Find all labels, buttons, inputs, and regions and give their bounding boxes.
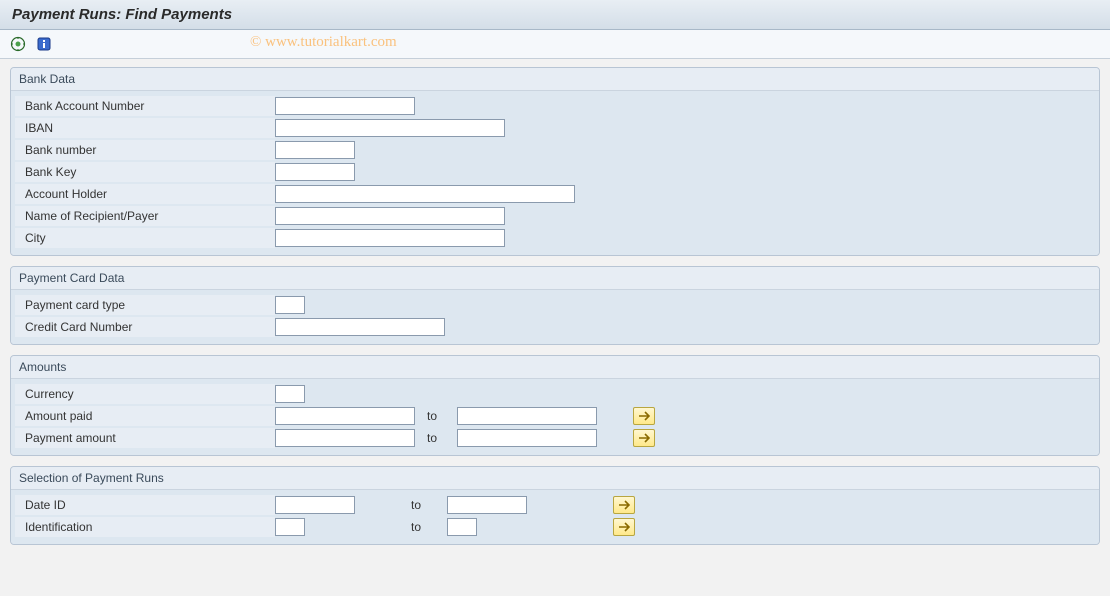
identification-range-button[interactable] bbox=[613, 518, 635, 536]
account-holder-input[interactable] bbox=[275, 185, 575, 203]
info-button[interactable] bbox=[34, 34, 54, 54]
payment-amount-range-button[interactable] bbox=[633, 429, 655, 447]
group-selection: Selection of Payment Runs Date ID to Ide… bbox=[10, 466, 1100, 545]
multiple-selection-icon bbox=[618, 500, 630, 510]
label-currency: Currency bbox=[15, 384, 275, 404]
label-bank-key: Bank Key bbox=[15, 162, 275, 182]
group-bank-data: Bank Data Bank Account Number IBAN Bank … bbox=[10, 67, 1100, 256]
amount-paid-from-input[interactable] bbox=[275, 407, 415, 425]
identification-from-input[interactable] bbox=[275, 518, 305, 536]
currency-input[interactable] bbox=[275, 385, 305, 403]
label-account-holder: Account Holder bbox=[15, 184, 275, 204]
page-title: Payment Runs: Find Payments bbox=[0, 0, 1110, 30]
label-amount-paid: Amount paid bbox=[15, 406, 275, 426]
recipient-payer-input[interactable] bbox=[275, 207, 505, 225]
info-icon bbox=[36, 36, 52, 52]
card-type-input[interactable] bbox=[275, 296, 305, 314]
execute-button[interactable] bbox=[8, 34, 28, 54]
toolbar: © www.tutorialkart.com bbox=[0, 30, 1110, 59]
to-text: to bbox=[421, 409, 451, 423]
card-number-input[interactable] bbox=[275, 318, 445, 336]
execute-icon bbox=[10, 36, 26, 52]
iban-input[interactable] bbox=[275, 119, 505, 137]
to-text: to bbox=[361, 498, 441, 512]
date-id-range-button[interactable] bbox=[613, 496, 635, 514]
label-bank-account-number: Bank Account Number bbox=[15, 96, 275, 116]
group-payment-card: Payment Card Data Payment card type Cred… bbox=[10, 266, 1100, 345]
date-id-to-input[interactable] bbox=[447, 496, 527, 514]
multiple-selection-icon bbox=[638, 411, 650, 421]
multiple-selection-icon bbox=[638, 433, 650, 443]
to-text: to bbox=[421, 431, 451, 445]
label-date-id: Date ID bbox=[15, 495, 275, 515]
label-payment-amount: Payment amount bbox=[15, 428, 275, 448]
to-text: to bbox=[311, 520, 441, 534]
payment-amount-to-input[interactable] bbox=[457, 429, 597, 447]
group-title-selection: Selection of Payment Runs bbox=[11, 467, 1099, 490]
label-identification: Identification bbox=[15, 517, 275, 537]
city-input[interactable] bbox=[275, 229, 505, 247]
multiple-selection-icon bbox=[618, 522, 630, 532]
label-iban: IBAN bbox=[15, 118, 275, 138]
date-id-from-input[interactable] bbox=[275, 496, 355, 514]
label-city: City bbox=[15, 228, 275, 248]
identification-to-input[interactable] bbox=[447, 518, 477, 536]
label-card-number: Credit Card Number bbox=[15, 317, 275, 337]
watermark: © www.tutorialkart.com bbox=[250, 34, 397, 51]
bank-number-input[interactable] bbox=[275, 141, 355, 159]
group-title-payment-card: Payment Card Data bbox=[11, 267, 1099, 290]
payment-amount-from-input[interactable] bbox=[275, 429, 415, 447]
bank-account-number-input[interactable] bbox=[275, 97, 415, 115]
group-title-amounts: Amounts bbox=[11, 356, 1099, 379]
content-area: Bank Data Bank Account Number IBAN Bank … bbox=[0, 59, 1110, 563]
amount-paid-range-button[interactable] bbox=[633, 407, 655, 425]
label-recipient-payer: Name of Recipient/Payer bbox=[15, 206, 275, 226]
amount-paid-to-input[interactable] bbox=[457, 407, 597, 425]
group-title-bank-data: Bank Data bbox=[11, 68, 1099, 91]
bank-key-input[interactable] bbox=[275, 163, 355, 181]
label-card-type: Payment card type bbox=[15, 295, 275, 315]
label-bank-number: Bank number bbox=[15, 140, 275, 160]
group-amounts: Amounts Currency Amount paid to Payment … bbox=[10, 355, 1100, 456]
